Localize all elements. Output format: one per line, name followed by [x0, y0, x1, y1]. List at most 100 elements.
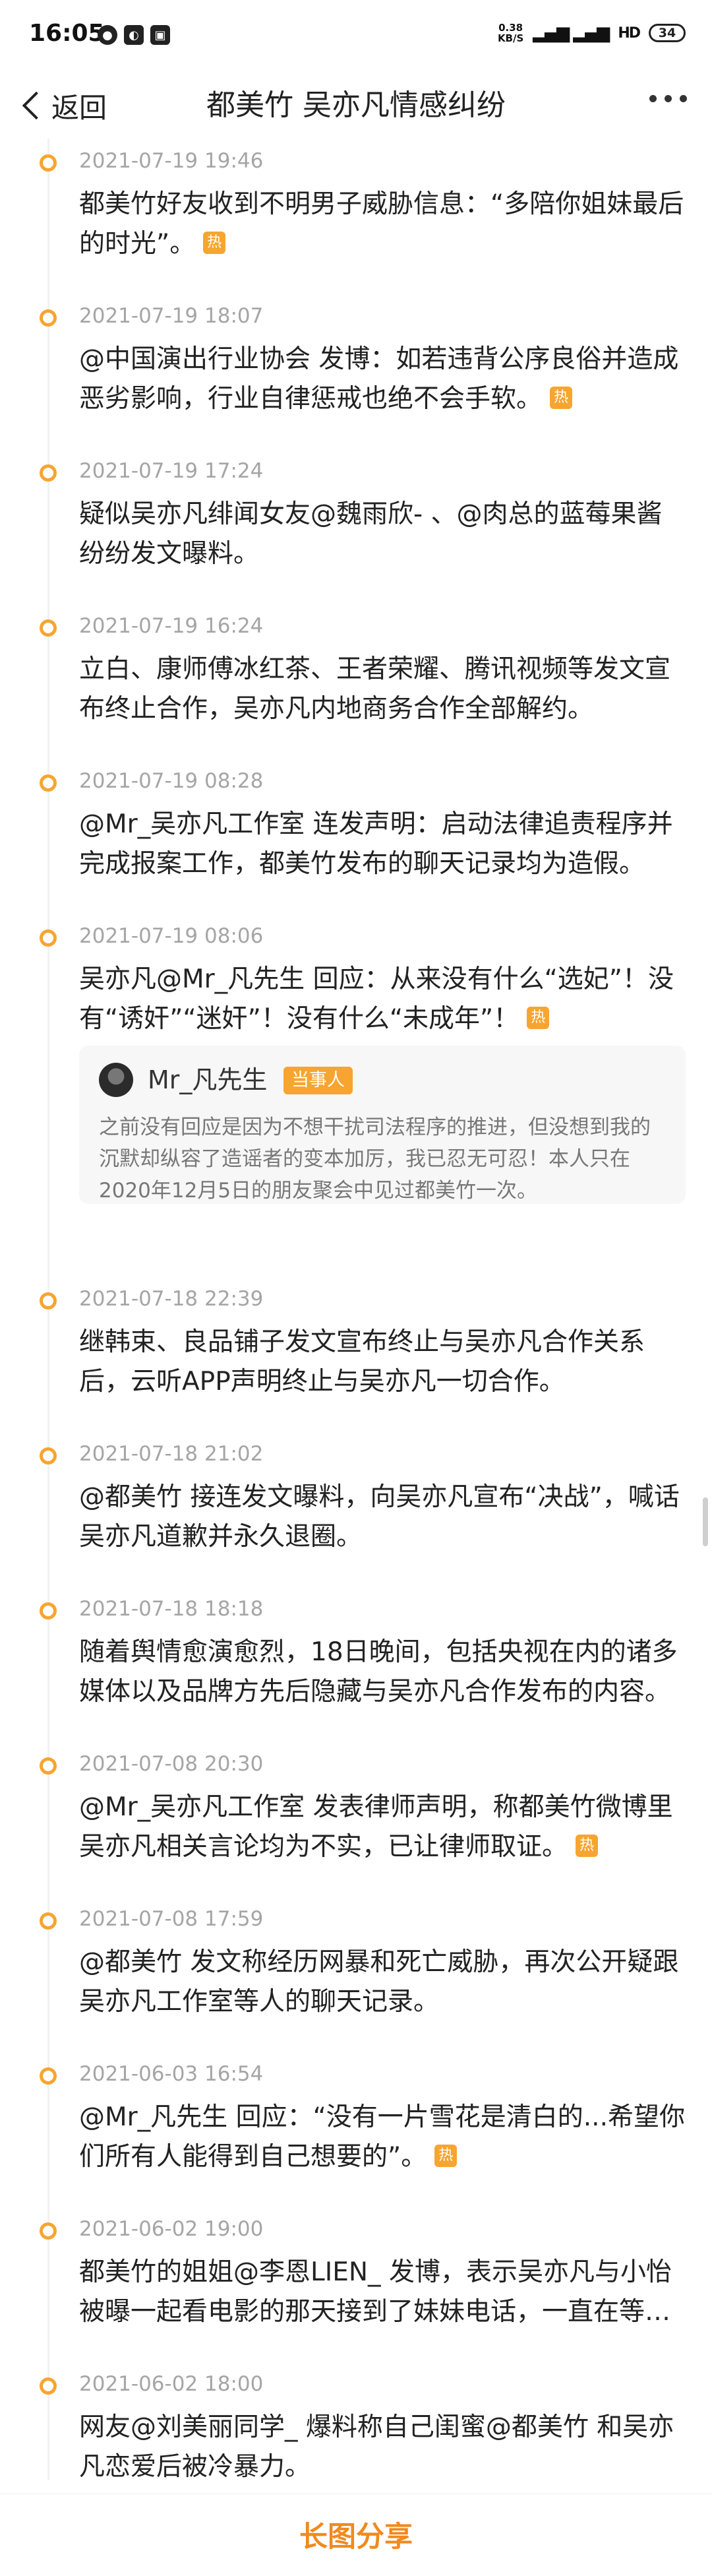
dot-icon: [680, 95, 687, 102]
dnd-icon: ◐: [124, 25, 144, 45]
timeline-text-content: 都美竹好友收到不明男子威胁信息：“多陪你姐妹最后的时光”。: [79, 189, 684, 259]
timeline-text: 都美竹的姐姐@李恩LIEN_ 发博，表示吴亦凡与小怡被曝一起看电影的那天接到了妹…: [79, 2253, 686, 2332]
timeline-text-content: @Mr_凡先生 回应：“没有一片雪花是清白的...希望你们所有人能得到自己想要的…: [79, 2102, 685, 2172]
scrollbar[interactable]: [703, 1497, 708, 1546]
share-bar: 长图分享: [0, 2494, 712, 2576]
timeline: 2021-07-19 19:46 都美竹好友收到不明男子威胁信息：“多陪你姐妹最后…: [0, 139, 712, 2480]
timeline-item[interactable]: 2021-07-19 08:28 @Mr_吴亦凡工作室 连发声明：启动法律追责程序…: [0, 759, 712, 910]
timeline-time: 2021-07-18 21:02: [79, 1442, 264, 1466]
back-button[interactable]: 返回: [20, 84, 107, 127]
timeline-time: 2021-07-19 08:06: [79, 924, 264, 948]
timeline-text: @Mr_凡先生 回应：“没有一片雪花是清白的...希望你们所有人能得到自己想要的…: [79, 2098, 686, 2177]
hot-badge: 热: [203, 231, 226, 254]
timeline-item[interactable]: 2021-06-02 19:00 都美竹的姐姐@李恩LIEN_ 发博，表示吴亦凡与…: [0, 2207, 712, 2358]
hot-badge: 热: [527, 1006, 550, 1029]
timeline-text-content: 继韩束、良品铺子发文宣布终止与吴亦凡合作关系后，云听APP声明终止与吴亦凡一切合…: [79, 1327, 645, 1397]
status-bar: 16:05 ● ◐ ▣ 0.38 KB/S ▂▄▆ ▂▄▆ HD 34: [0, 0, 712, 73]
timeline-item[interactable]: 2021-07-19 17:24 疑似吴亦凡绯闻女友@魏雨欣- 、@肉总的蓝莓果酱…: [0, 449, 712, 600]
timeline-item[interactable]: 2021-07-18 18:18 随着舆情愈演愈烈，18日晚间，包括央视在内的诸多…: [0, 1586, 712, 1738]
status-time: 16:05: [29, 20, 105, 47]
timeline-dot-icon: [40, 929, 57, 947]
timeline-time: 2021-07-19 18:07: [79, 304, 264, 328]
timeline-text-content: @都美竹 接连发文曝料，向吴亦凡宣布“决战”，喊话吴亦凡道歉并永久退圈。: [79, 1482, 680, 1552]
timeline-text: @Mr_吴亦凡工作室 发表律师声明，称都美竹微博里吴亦凡相关言论均为不实，已让律…: [79, 1788, 686, 1867]
wifi-hd-icon: HD: [618, 24, 641, 42]
hot-badge: 热: [550, 386, 573, 409]
signal-icon: ▂▄▆ ▂▄▆: [533, 23, 610, 43]
timeline-time: 2021-07-08 20:30: [79, 1752, 264, 1776]
timeline-text: 立白、康师傅冰红茶、王者荣耀、腾讯视频等发文宣布终止合作，吴亦凡内地商务合作全部…: [79, 650, 686, 729]
timeline-item[interactable]: 2021-07-19 16:24 立白、康师傅冰红茶、王者荣耀、腾讯视频等发文宣布…: [0, 604, 712, 755]
timeline-dot-icon: [40, 774, 57, 792]
timeline-time: 2021-07-19 19:46: [79, 149, 264, 173]
timeline-dot-icon: [40, 309, 57, 327]
timeline-item[interactable]: 2021-07-19 18:07 @中国演出行业协会 发博：如若违背公序良俗并造成…: [0, 294, 712, 445]
timeline-text-content: @Mr_吴亦凡工作室 连发声明：启动法律追责程序并完成报案工作，都美竹发布的聊天…: [79, 809, 673, 879]
hot-badge: 热: [434, 2144, 458, 2167]
timeline-text: @中国演出行业协会 发博：如若违背公序良俗并造成恶劣影响，行业自律惩戒也绝不会手…: [79, 340, 686, 419]
timeline-text: 都美竹好友收到不明男子威胁信息：“多陪你姐妹最后的时光”。热: [79, 185, 686, 264]
timeline-text: 吴亦凡@Mr_凡先生 回应：从来没有什么“选妃”！没有“诱奸”“迷奸”！没有什么…: [79, 960, 686, 1039]
role-badge: 当事人: [283, 1067, 353, 1094]
dot-icon: [665, 95, 672, 102]
timeline-item[interactable]: 2021-07-08 17:59 @都美竹 发文称经历网暴和死亡威胁，再次公开疑跟…: [0, 1897, 712, 2048]
timeline-dot-icon: [40, 1912, 57, 1930]
dot-icon: [649, 95, 657, 102]
timeline-time: 2021-07-19 16:24: [79, 614, 264, 638]
app-icon: ▣: [150, 25, 170, 45]
timeline-time: 2021-07-19 08:28: [79, 769, 264, 793]
long-image-share-button[interactable]: 长图分享: [0, 2514, 712, 2555]
timeline-text: 网友@刘美丽同学_ 爆料称自己闺蜜@都美竹 和吴亦凡恋爱后被冷暴力。: [79, 2408, 686, 2480]
timeline-text-content: 网友@刘美丽同学_ 爆料称自己闺蜜@都美竹 和吴亦凡恋爱后被冷暴力。: [79, 2412, 674, 2480]
timeline-text-content: 吴亦凡@Mr_凡先生 回应：从来没有什么“选妃”！没有“诱奸”“迷奸”！没有什么…: [79, 964, 674, 1034]
timeline-text: 疑似吴亦凡绯闻女友@魏雨欣- 、@肉总的蓝莓果酱 纷纷发文曝料。: [79, 495, 686, 574]
timeline-item[interactable]: 2021-07-19 19:46 都美竹好友收到不明男子威胁信息：“多陪你姐妹最后…: [0, 139, 712, 290]
timeline-time: 2021-07-19 17:24: [79, 459, 264, 483]
timeline-time: 2021-07-18 18:18: [79, 1597, 264, 1621]
battery-icon: 34: [649, 24, 686, 42]
timeline-item[interactable]: 2021-07-19 08:06 吴亦凡@Mr_凡先生 回应：从来没有什么“选妃”…: [0, 914, 712, 1270]
status-right: 0.38 KB/S ▂▄▆ ▂▄▆ HD 34: [498, 22, 686, 44]
status-left-icons: ● ◐ ▣: [98, 25, 170, 45]
nav-bar: 都美竹 吴亦凡情感纠纷 返回: [0, 73, 712, 139]
timeline-time: 2021-06-03 16:54: [79, 2062, 264, 2086]
timeline-text-content: @都美竹 发文称经历网暴和死亡威胁，再次公开疑跟吴亦凡工作室等人的聊天记录。: [79, 1947, 679, 2017]
timeline-dot-icon: [40, 1757, 57, 1775]
network-speed: 0.38 KB/S: [498, 22, 523, 44]
timeline-dot-icon: [40, 1292, 57, 1309]
timeline-time: 2021-06-02 18:00: [79, 2372, 264, 2396]
network-speed-unit: KB/S: [497, 32, 524, 44]
timeline-dot-icon: [40, 464, 57, 482]
timeline-time: 2021-07-18 22:39: [79, 1287, 264, 1311]
timeline-text: @都美竹 接连发文曝料，向吴亦凡宣布“决战”，喊话吴亦凡道歉并永久退圈。: [79, 1478, 686, 1557]
timeline-dot-icon: [40, 1447, 57, 1464]
timeline-dot-icon: [40, 2222, 57, 2240]
timeline-text: @Mr_吴亦凡工作室 连发声明：启动法律追责程序并完成报案工作，都美竹发布的聊天…: [79, 805, 686, 884]
quote-card[interactable]: Mr_凡先生 当事人之前没有回应是因为不想干扰司法程序的推进，但没想到我的沉默却纵…: [79, 1046, 686, 1204]
timeline-dot-icon: [40, 619, 57, 637]
timeline-text-content: 都美竹的姐姐@李恩LIEN_ 发博，表示吴亦凡与小怡被曝一起看电影的那天接到了妹…: [79, 2257, 672, 2327]
network-speed-value: 0.38: [498, 22, 523, 34]
avatar: [99, 1063, 133, 1097]
timeline-dot-icon: [40, 2377, 57, 2395]
timeline-item[interactable]: 2021-07-18 22:39 继韩束、良品铺子发文宣布终止与吴亦凡合作关系后，…: [0, 1276, 712, 1428]
chevron-left-icon: [22, 91, 51, 120]
timeline-item[interactable]: 2021-06-02 18:00 网友@刘美丽同学_ 爆料称自己闺蜜@都美竹 和吴…: [0, 2362, 712, 2480]
timeline-dot-icon: [40, 2067, 57, 2085]
timeline-item[interactable]: 2021-07-18 21:02 @都美竹 接连发文曝料，向吴亦凡宣布“决战”，喊…: [0, 1431, 712, 1583]
timeline-item[interactable]: 2021-06-03 16:54 @Mr_凡先生 回应：“没有一片雪花是清白的..…: [0, 2052, 712, 2203]
timeline-time: 2021-07-08 17:59: [79, 1907, 264, 1931]
more-options-button[interactable]: [649, 95, 687, 102]
timeline-dot-icon: [40, 1602, 57, 1619]
timeline-text-content: @中国演出行业协会 发博：如若违背公序良俗并造成恶劣影响，行业自律惩戒也绝不会手…: [79, 344, 679, 414]
timeline-text: 继韩束、良品铺子发文宣布终止与吴亦凡合作关系后，云听APP声明终止与吴亦凡一切合…: [79, 1323, 686, 1402]
timeline-time: 2021-06-02 19:00: [79, 2217, 264, 2241]
quote-author: Mr_凡先生: [148, 1065, 268, 1094]
timeline-text-content: 疑似吴亦凡绯闻女友@魏雨欣- 、@肉总的蓝莓果酱 纷纷发文曝料。: [79, 499, 663, 569]
message-icon: ●: [98, 25, 117, 45]
timeline-item[interactable]: 2021-07-08 20:30 @Mr_吴亦凡工作室 发表律师声明，称都美竹微博…: [0, 1742, 712, 1893]
hot-badge: 热: [576, 1834, 599, 1857]
timeline-text: @都美竹 发文称经历网暴和死亡威胁，再次公开疑跟吴亦凡工作室等人的聊天记录。: [79, 1943, 686, 2022]
quote-text: 之前没有回应是因为不想干扰司法程序的推进，但没想到我的沉默却纵容了造谣者的变本加…: [99, 1115, 651, 1203]
timeline-text-content: 立白、康师傅冰红茶、王者荣耀、腾讯视频等发文宣布终止合作，吴亦凡内地商务合作全部…: [79, 654, 671, 724]
